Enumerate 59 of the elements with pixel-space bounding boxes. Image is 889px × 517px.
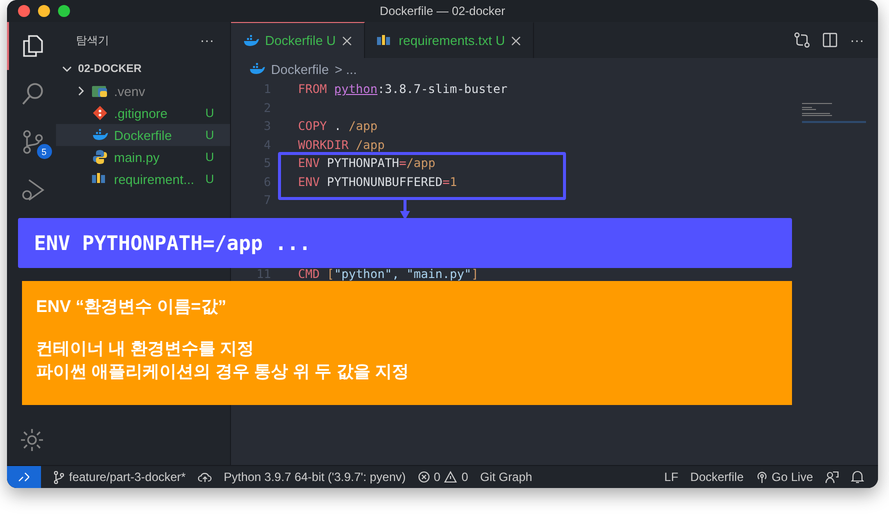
problems-item[interactable]: 0 0 (418, 470, 468, 484)
broadcast-icon (756, 470, 768, 484)
folder-icon (92, 84, 108, 98)
chevron-icon (62, 64, 72, 74)
run-debug-icon[interactable] (20, 177, 46, 203)
pip-icon (376, 34, 393, 46)
whale-icon (92, 129, 108, 141)
search-icon[interactable] (20, 81, 46, 107)
close-button[interactable] (18, 5, 30, 17)
folder-header[interactable]: 02-DOCKER (56, 58, 230, 80)
note-text: 파이썬 애플리케이션의 경우 통상 위 두 값을 지정 (36, 360, 410, 383)
whale-icon (243, 34, 259, 46)
remote-button[interactable] (7, 466, 41, 488)
go-live-item[interactable]: Go Live (756, 470, 813, 484)
interpreter-item[interactable]: Python 3.9.7 64-bit ('3.9.7': pyenv) (224, 470, 406, 484)
breadcrumb-item[interactable]: > ... (334, 62, 357, 76)
close-icon[interactable] (511, 36, 521, 46)
note-heading: ENV “환경변수 이름=값” (36, 296, 228, 318)
zoom-button[interactable] (58, 5, 70, 17)
explorer-title: 탐색기 (76, 34, 109, 48)
compare-changes-icon[interactable] (794, 32, 810, 48)
breadcrumb-item[interactable]: Dockerfile (271, 62, 329, 76)
changes-badge: 5 (36, 144, 52, 159)
close-icon[interactable] (342, 36, 352, 46)
file-item[interactable]: .venv (56, 80, 230, 102)
callout-title: ENV PYTHONPATH=/app ... (34, 231, 311, 255)
minimap-drawing (802, 103, 866, 125)
python-icon (92, 149, 108, 165)
branch-icon (53, 470, 65, 484)
warning-icon (444, 471, 458, 483)
file-item[interactable]: requirement... U (56, 168, 230, 190)
file-item[interactable]: Dockerfile U (56, 124, 230, 146)
chevron-icon (76, 86, 86, 96)
language-item[interactable]: Dockerfile (690, 470, 744, 484)
more-actions-button[interactable]: ··· (200, 32, 214, 48)
git-graph-item[interactable]: Git Graph (480, 470, 532, 484)
split-editor-icon[interactable] (822, 32, 838, 48)
branch-item[interactable]: feature/part-3-docker* (53, 470, 186, 484)
code-line: FROM python:3.8.7-slim-buster (298, 82, 508, 96)
code-line: CMD ["python", "main.py"] (298, 267, 479, 282)
code-line: ENV PYTHONPATH=/app (298, 156, 436, 170)
note-text: 컨테이너 내 환경변수를 지정 (36, 338, 256, 360)
more-actions-button[interactable]: ··· (850, 32, 864, 48)
error-icon (418, 471, 430, 483)
line-ending-item[interactable]: LF (664, 470, 678, 484)
editor-tab[interactable]: Dockerfile U (231, 22, 365, 58)
remote-icon (18, 471, 30, 483)
feedback-icon[interactable] (825, 470, 839, 484)
file-item[interactable]: main.py U (56, 146, 230, 168)
whale-icon (249, 63, 265, 75)
window-title: Dockerfile — 02-docker (380, 4, 506, 18)
notifications-icon[interactable] (851, 470, 864, 484)
cloud-upload-icon[interactable] (198, 471, 212, 483)
minimize-button[interactable] (38, 5, 50, 17)
code-line: COPY . /app (298, 119, 378, 134)
file-item[interactable]: .gitignore U (56, 102, 230, 124)
code-line: ENV PYTHONUNBUFFERED=1 (298, 174, 457, 189)
pip-icon (92, 173, 108, 185)
code-line: WORKDIR /app (298, 138, 385, 152)
